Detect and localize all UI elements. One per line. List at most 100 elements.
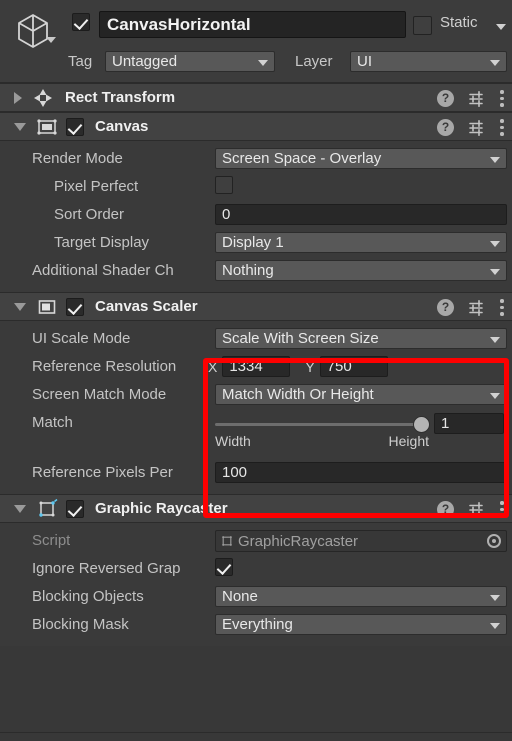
match-slider-handle[interactable]: [413, 416, 430, 433]
match-max-label: Height: [388, 433, 429, 449]
additional-shader-channels-dropdown[interactable]: Nothing: [215, 260, 507, 281]
component-header-rect-transform[interactable]: Rect Transform ?: [0, 83, 512, 112]
component-body-graphic-raycaster: Script GraphicRaycaster Ignore Reversed …: [0, 523, 512, 646]
pixel-perfect-checkbox[interactable]: [215, 176, 233, 194]
component-title: Canvas Scaler: [95, 298, 198, 315]
component-menu-caret-icon[interactable]: [46, 37, 56, 43]
tag-label: Tag: [68, 53, 93, 70]
blocking-objects-dropdown[interactable]: None: [215, 586, 507, 607]
component-enabled-checkbox[interactable]: [66, 117, 84, 136]
property-row-match: Match 1 Width Height: [0, 409, 512, 453]
property-row-target-display: Target Display Display 1: [0, 229, 512, 257]
chevron-down-icon: [258, 59, 268, 66]
help-icon[interactable]: ?: [437, 299, 454, 316]
chevron-down-icon: [490, 156, 500, 163]
component-header-canvas[interactable]: Canvas ?: [0, 112, 512, 141]
script-object-field[interactable]: GraphicRaycaster: [215, 530, 507, 552]
settings-icon[interactable]: [468, 299, 486, 317]
chevron-down-icon: [490, 622, 500, 629]
reference-resolution-y-input[interactable]: 750: [319, 356, 388, 377]
property-row-render-mode: Render Mode Screen Space - Overlay: [0, 145, 512, 173]
component-header-canvas-scaler[interactable]: Canvas Scaler ?: [0, 292, 512, 321]
help-icon[interactable]: ?: [437, 501, 454, 518]
help-icon[interactable]: ?: [437, 119, 454, 136]
property-label: Pixel Perfect: [54, 178, 139, 195]
component-header-graphic-raycaster[interactable]: Graphic Raycaster ?: [0, 494, 512, 523]
layer-label: Layer: [295, 53, 333, 70]
target-display-dropdown[interactable]: Display 1: [215, 232, 507, 253]
reference-resolution-x-input[interactable]: 1334: [222, 356, 291, 377]
property-label: Render Mode: [32, 150, 123, 167]
settings-icon[interactable]: [468, 90, 486, 108]
component-enabled-checkbox[interactable]: [66, 297, 84, 316]
property-row-reference-pixels-per-unit: Reference Pixels Per 100: [0, 459, 512, 487]
ui-scale-mode-dropdown[interactable]: Scale With Screen Size: [215, 328, 507, 349]
sort-order-input[interactable]: 0: [215, 204, 507, 225]
tag-value: Untagged: [112, 53, 178, 70]
tag-layer-row: Tag Untagged Layer UI: [0, 48, 512, 76]
reference-resolution-x-value: 1334: [229, 358, 263, 375]
property-row-screen-match-mode: Screen Match Mode Match Width Or Height: [0, 381, 512, 409]
canvas-icon: [37, 118, 57, 135]
gameobject-name-field[interactable]: CanvasHorizontal: [99, 11, 406, 38]
property-label: Blocking Objects: [32, 588, 144, 605]
property-row-reference-resolution: Reference Resolution X 1334 Y 750: [0, 353, 512, 381]
match-value: 1: [441, 415, 450, 432]
foldout-arrow-icon[interactable]: [14, 302, 26, 311]
object-picker-icon[interactable]: [487, 534, 501, 548]
blocking-objects-value: None: [222, 588, 258, 605]
layer-dropdown[interactable]: UI: [350, 51, 507, 72]
settings-icon[interactable]: [468, 119, 486, 137]
match-value-input[interactable]: 1: [434, 413, 504, 434]
component-header-icons: ?: [437, 495, 504, 524]
kebab-menu-icon[interactable]: [500, 299, 504, 317]
additional-shader-channels-value: Nothing: [222, 262, 274, 279]
property-label: Reference Resolution: [32, 358, 177, 375]
property-label: Ignore Reversed Grap: [32, 560, 181, 577]
foldout-arrow-icon[interactable]: [14, 504, 26, 513]
reference-resolution-y-label: Y: [305, 358, 315, 375]
chevron-down-icon: [490, 268, 500, 275]
screen-match-mode-dropdown[interactable]: Match Width Or Height: [215, 384, 507, 405]
kebab-menu-icon[interactable]: [500, 501, 504, 519]
property-label: Reference Pixels Per: [32, 464, 173, 481]
property-label: Target Display: [54, 234, 150, 251]
component-header-icons: ?: [437, 84, 504, 113]
rect-transform-icon: [34, 88, 52, 107]
reference-resolution-x-label: X: [208, 358, 218, 375]
reference-resolution-y-value: 750: [326, 358, 352, 375]
kebab-menu-icon[interactable]: [500, 119, 504, 137]
reference-pixels-per-unit-input[interactable]: 100: [215, 462, 507, 483]
chevron-down-icon: [490, 392, 500, 399]
property-label: Script: [32, 532, 71, 549]
property-label: Screen Match Mode: [32, 386, 167, 403]
property-row-sort-order: Sort Order 0: [0, 201, 512, 229]
component-title: Canvas: [95, 118, 149, 135]
help-icon[interactable]: ?: [437, 90, 454, 107]
component-body-canvas: Render Mode Screen Space - Overlay Pixel…: [0, 141, 512, 292]
settings-icon[interactable]: [468, 501, 486, 519]
gameobject-active-checkbox[interactable]: [72, 13, 90, 31]
property-label: Match: [32, 414, 73, 431]
property-label: Sort Order: [54, 206, 125, 223]
gameobject-name-value: CanvasHorizontal: [107, 14, 251, 34]
match-min-label: Width: [215, 433, 251, 449]
static-checkbox[interactable]: [413, 16, 432, 35]
chevron-down-icon: [490, 594, 500, 601]
property-label: Blocking Mask: [32, 616, 129, 633]
component-enabled-checkbox[interactable]: [66, 499, 84, 518]
graphic-raycaster-icon: [39, 498, 58, 517]
blocking-mask-dropdown[interactable]: Everything: [215, 614, 507, 635]
render-mode-dropdown[interactable]: Screen Space - Overlay: [215, 148, 507, 169]
static-dropdown-caret-icon[interactable]: [496, 24, 506, 30]
foldout-arrow-icon[interactable]: [14, 91, 22, 104]
property-row-ui-scale-mode: UI Scale Mode Scale With Screen Size: [0, 325, 512, 353]
property-label: Additional Shader Ch: [32, 262, 174, 279]
match-slider[interactable]: [215, 414, 430, 434]
property-row-blocking-mask: Blocking Mask Everything: [0, 611, 512, 639]
tag-dropdown[interactable]: Untagged: [105, 51, 275, 72]
unity-inspector-panel: CanvasHorizontal Static Tag Untagged Lay…: [0, 0, 512, 741]
kebab-menu-icon[interactable]: [500, 90, 504, 108]
foldout-arrow-icon[interactable]: [14, 122, 26, 131]
ignore-reversed-graphics-checkbox[interactable]: [215, 558, 233, 576]
